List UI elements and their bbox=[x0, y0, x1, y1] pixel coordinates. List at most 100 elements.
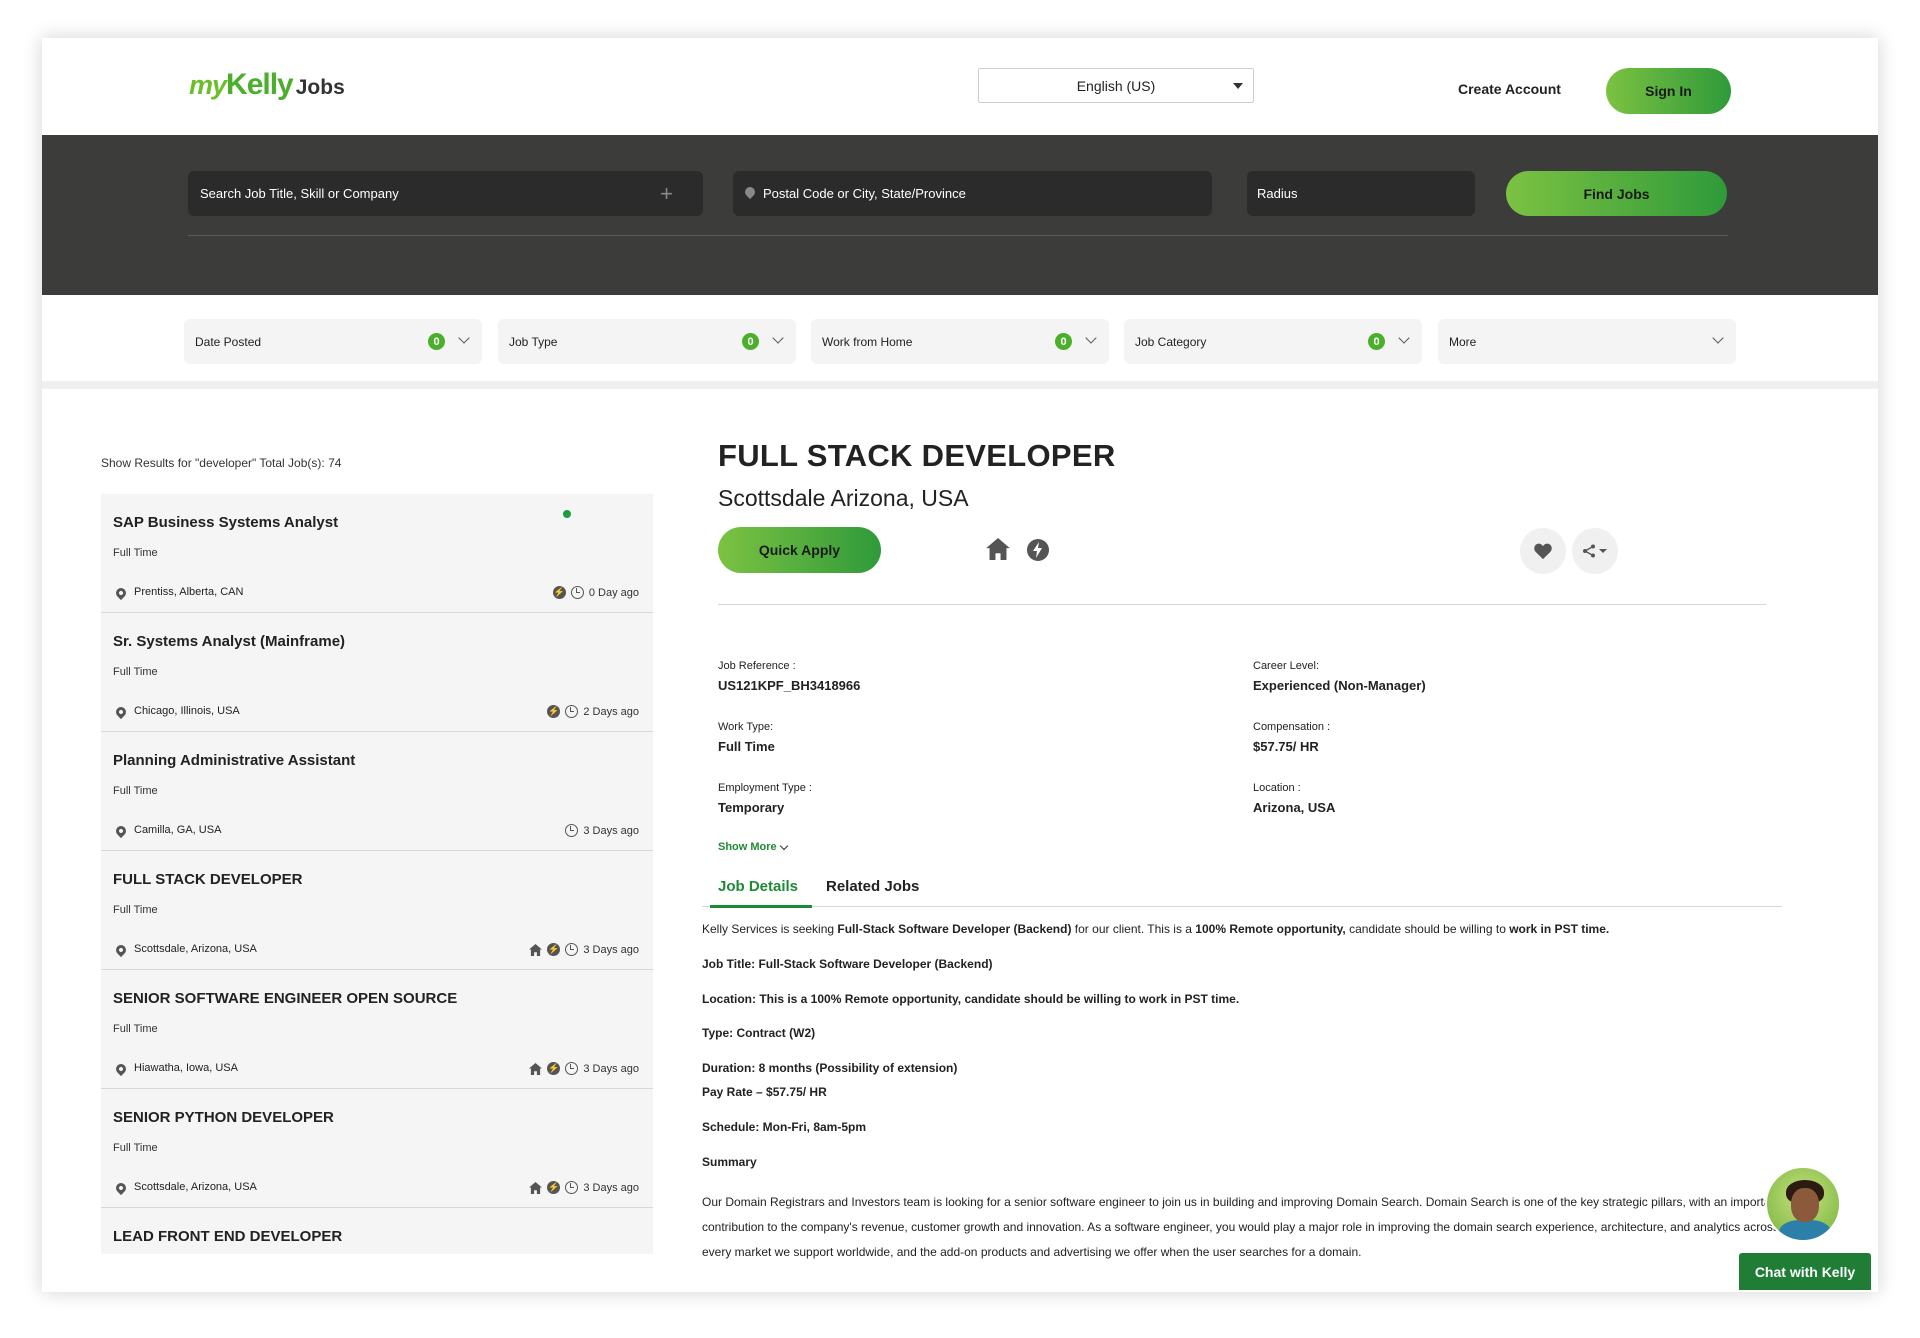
job-meta: ⚡ 2 Days ago bbox=[547, 705, 639, 718]
logo-kelly: Kelly bbox=[226, 68, 294, 101]
clock-icon bbox=[570, 586, 584, 599]
job-card[interactable]: LEAD FRONT END DEVELOPER Full Time bbox=[101, 1208, 653, 1254]
show-more-label: Show More bbox=[718, 841, 777, 853]
chevron-down-icon bbox=[1085, 332, 1097, 344]
filter-more[interactable]: More bbox=[1438, 319, 1736, 364]
field-value: Temporary bbox=[718, 800, 785, 815]
tab-related-jobs[interactable]: Related Jobs bbox=[826, 878, 919, 895]
filter-label: Job Category bbox=[1135, 334, 1207, 349]
chat-avatar[interactable] bbox=[1765, 1166, 1841, 1242]
work-type-field: Work Type: Full Time bbox=[718, 721, 775, 754]
job-type: Full Time bbox=[113, 1023, 158, 1035]
filter-work-from-home[interactable]: Work from Home 0 bbox=[811, 319, 1109, 364]
tab-job-details[interactable]: Job Details bbox=[709, 878, 813, 908]
job-title[interactable]: FULL STACK DEVELOPER bbox=[113, 871, 302, 888]
job-type: Full Time bbox=[113, 785, 158, 797]
field-value: Arizona, USA bbox=[1253, 800, 1336, 815]
job-card[interactable]: SAP Business Systems Analyst Full Time P… bbox=[101, 494, 653, 613]
browser-page: my Kelly Jobs English (US) Create Accoun… bbox=[42, 38, 1878, 1292]
field-label: Location : bbox=[1253, 782, 1301, 794]
posted-date: 2 Days ago bbox=[583, 705, 639, 718]
job-card[interactable]: Sr. Systems Analyst (Mainframe) Full Tim… bbox=[101, 613, 653, 732]
location-pin-icon bbox=[742, 184, 758, 200]
filter-job-type[interactable]: Job Type 0 bbox=[498, 319, 796, 364]
job-attribute-icons bbox=[986, 538, 1050, 562]
job-title[interactable]: Planning Administrative Assistant bbox=[113, 752, 355, 769]
clock-icon bbox=[565, 943, 579, 956]
logo-my: my bbox=[189, 70, 227, 100]
heart-icon bbox=[1534, 543, 1552, 560]
favorite-button[interactable] bbox=[1520, 528, 1566, 574]
home-icon bbox=[529, 1062, 543, 1075]
job-card[interactable]: FULL STACK DEVELOPER Full Time Scottsdal… bbox=[101, 851, 653, 970]
quick-apply-bolt-icon: ⚡ bbox=[552, 586, 566, 599]
new-indicator-dot bbox=[563, 510, 571, 518]
employment-type-field: Employment Type : Temporary bbox=[718, 782, 812, 815]
job-title[interactable]: Sr. Systems Analyst (Mainframe) bbox=[113, 633, 345, 650]
chevron-down-icon bbox=[779, 841, 788, 850]
posted-date: 3 Days ago bbox=[583, 943, 639, 956]
find-jobs-button[interactable]: Find Jobs bbox=[1506, 171, 1727, 216]
plus-icon[interactable]: + bbox=[660, 181, 673, 207]
location-pin-icon bbox=[113, 1180, 129, 1196]
field-label: Career Level: bbox=[1253, 660, 1320, 672]
language-value: English (US) bbox=[1076, 77, 1156, 94]
job-detail-location: Scottsdale Arizona, USA bbox=[718, 485, 969, 511]
job-title[interactable]: LEAD FRONT END DEVELOPER bbox=[113, 1228, 342, 1245]
location-pin-icon bbox=[113, 823, 129, 839]
job-card[interactable]: Planning Administrative Assistant Full T… bbox=[101, 732, 653, 851]
job-meta: ⚡ 3 Days ago bbox=[529, 1062, 639, 1075]
job-card[interactable]: SENIOR PYTHON DEVELOPER Full Time Scotts… bbox=[101, 1089, 653, 1208]
field-label: Job Reference : bbox=[718, 660, 796, 672]
radius-select[interactable]: Radius bbox=[1247, 171, 1475, 216]
job-reference-field: Job Reference : US121KPF_BH3418966 bbox=[718, 660, 860, 693]
filter-job-category[interactable]: Job Category 0 bbox=[1124, 319, 1422, 364]
job-title[interactable]: SAP Business Systems Analyst bbox=[113, 514, 338, 531]
search-band: Search Job Title, Skill or Company + Pos… bbox=[42, 135, 1878, 295]
location-placeholder: Postal Code or City, State/Province bbox=[763, 186, 966, 201]
job-title[interactable]: SENIOR PYTHON DEVELOPER bbox=[113, 1109, 334, 1126]
quick-apply-button[interactable]: Quick Apply bbox=[718, 527, 881, 573]
description-schedule: Schedule: Mon-Fri, 8am-5pm bbox=[702, 1119, 867, 1134]
keyword-placeholder: Search Job Title, Skill or Company bbox=[200, 186, 399, 201]
language-select[interactable]: English (US) bbox=[978, 68, 1254, 103]
avatar-face bbox=[1791, 1188, 1819, 1222]
job-location: Scottsdale, Arizona, USA bbox=[134, 943, 257, 955]
share-button[interactable] bbox=[1572, 528, 1618, 574]
home-icon bbox=[529, 1181, 543, 1194]
job-description: Kelly Services is seeking Full-Stack Sof… bbox=[702, 922, 1792, 1286]
quick-apply-bolt-icon: ⚡ bbox=[547, 705, 561, 718]
job-card[interactable]: SENIOR SOFTWARE ENGINEER OPEN SOURCE Ful… bbox=[101, 970, 653, 1089]
filter-date-posted[interactable]: Date Posted 0 bbox=[184, 319, 482, 364]
description-location: Location: This is a 100% Remote opportun… bbox=[702, 991, 1240, 1006]
lightning-bolt-icon bbox=[1027, 539, 1049, 561]
filter-label: Work from Home bbox=[822, 334, 913, 349]
field-value: Full Time bbox=[718, 739, 775, 754]
avatar-body bbox=[1779, 1220, 1831, 1240]
field-value: Experienced (Non-Manager) bbox=[1253, 678, 1426, 693]
sign-in-button[interactable]: Sign In bbox=[1606, 68, 1731, 114]
field-value: $57.75/ HR bbox=[1253, 739, 1319, 754]
career-level-field: Career Level: Experienced (Non-Manager) bbox=[1253, 660, 1426, 693]
job-location: Hiawatha, Iowa, USA bbox=[134, 1062, 238, 1074]
job-title[interactable]: SENIOR SOFTWARE ENGINEER OPEN SOURCE bbox=[113, 990, 457, 1007]
location-search-input[interactable]: Postal Code or City, State/Province bbox=[733, 171, 1212, 216]
keyword-search-input[interactable]: Search Job Title, Skill or Company + bbox=[188, 171, 703, 216]
mykelly-jobs-logo[interactable]: my Kelly Jobs bbox=[189, 68, 345, 102]
show-more-link[interactable]: Show More bbox=[718, 841, 788, 853]
location-pin-icon bbox=[113, 585, 129, 601]
job-meta: ⚡ 3 Days ago bbox=[529, 1181, 639, 1194]
site-header: my Kelly Jobs English (US) Create Accoun… bbox=[42, 38, 1878, 135]
field-value: US121KPF_BH3418966 bbox=[718, 678, 861, 693]
description-intro: Kelly Services is seeking Full-Stack Sof… bbox=[702, 922, 1610, 936]
divider bbox=[188, 235, 1728, 236]
chevron-down-icon bbox=[458, 332, 470, 344]
create-account-link[interactable]: Create Account bbox=[1458, 81, 1561, 97]
logo-jobs: Jobs bbox=[295, 76, 345, 99]
location-pin-icon bbox=[113, 704, 129, 720]
chat-with-kelly-button[interactable]: Chat with Kelly bbox=[1739, 1253, 1871, 1290]
quick-apply-bolt-icon: ⚡ bbox=[547, 943, 561, 956]
share-icon bbox=[1583, 544, 1607, 558]
filter-count-badge: 0 bbox=[742, 333, 759, 350]
filter-count-badge: 0 bbox=[1055, 333, 1072, 350]
